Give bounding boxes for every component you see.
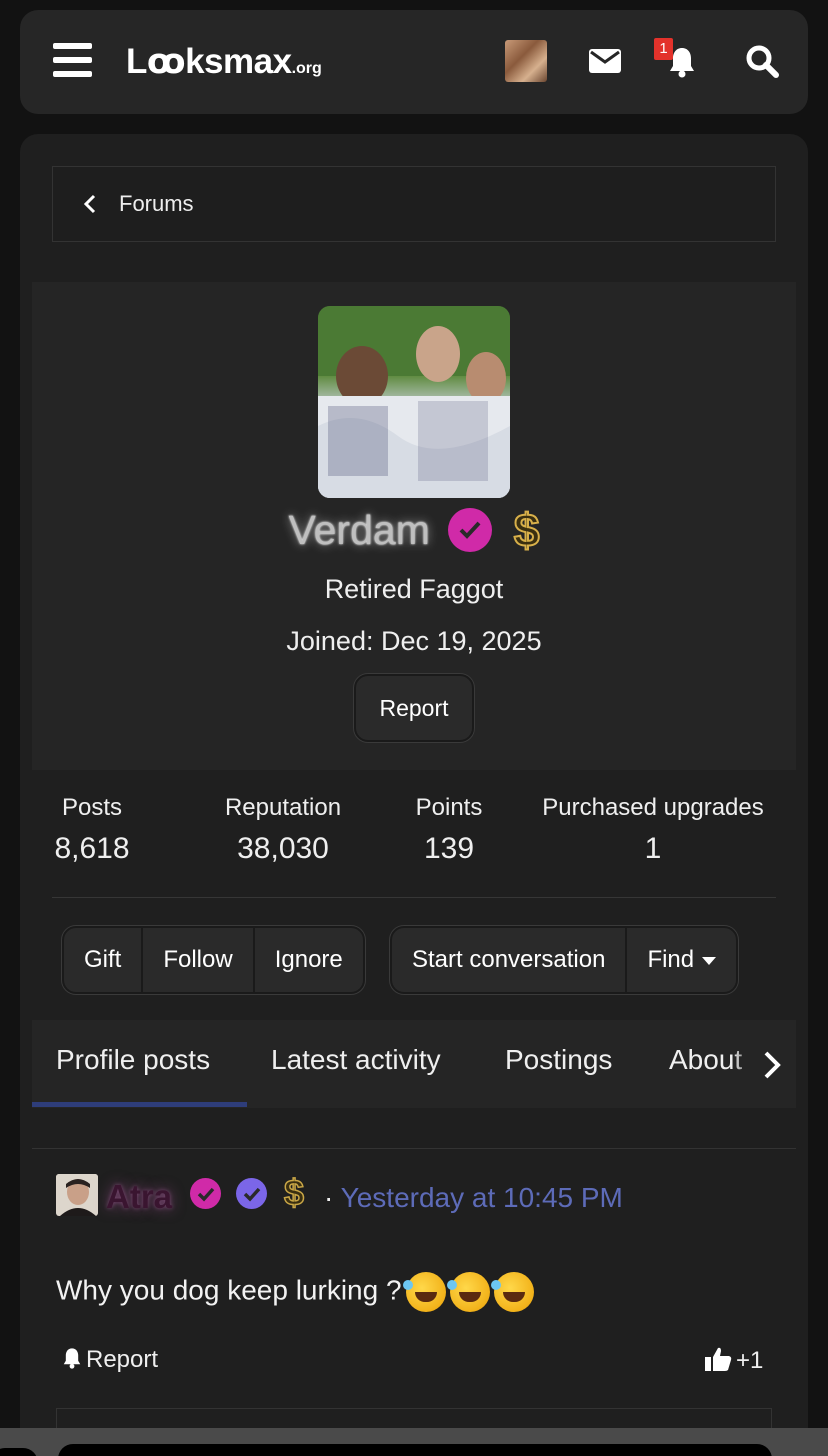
breadcrumb-label: Forums <box>119 191 194 216</box>
stat-purchased-upgrades[interactable]: Purchased upgrades 1 <box>530 794 776 866</box>
rolling-laughing-emoji-icon <box>402 1272 446 1312</box>
stat-label: Points <box>415 794 483 821</box>
username-row: Verdam $ <box>32 504 796 554</box>
mail-icon[interactable] <box>589 49 621 73</box>
author-check-badge-icon <box>190 1178 221 1209</box>
rolling-laughing-emoji-icon <box>490 1272 534 1312</box>
post-like-button[interactable]: +1 <box>704 1346 763 1375</box>
post-time-label: Yesterday at 10:45 PM <box>340 1182 623 1213</box>
gift-button[interactable]: Gift <box>64 928 141 992</box>
username[interactable]: Verdam <box>289 507 430 554</box>
author-verified-badge-icon <box>236 1178 267 1209</box>
notifications-button[interactable]: 1 <box>654 38 700 88</box>
stats-row: Posts 8,618 Reputation 38,030 Points 139… <box>52 794 776 898</box>
profile-avatar[interactable] <box>318 306 510 498</box>
thumbs-up-icon <box>705 1347 732 1371</box>
stat-points[interactable]: Points 139 <box>408 794 490 866</box>
site-header: Lꝏksmax.org 1 <box>20 10 808 114</box>
stat-value: 8,618 <box>54 832 130 865</box>
hamburger-menu-icon[interactable] <box>53 43 93 79</box>
stat-value: 38,030 <box>237 832 329 865</box>
post-timestamp[interactable]: · Yesterday at 10:45 PM <box>324 1182 623 1214</box>
ignore-button[interactable]: Ignore <box>252 928 363 992</box>
stat-label: Posts <box>61 794 123 821</box>
joined-date: Joined: Dec 19, 2025 <box>286 626 542 656</box>
rolling-laughing-emoji-icon <box>446 1272 490 1312</box>
caret-down-icon <box>702 956 717 965</box>
stat-posts[interactable]: Posts 8,618 <box>52 794 132 866</box>
find-dropdown-button[interactable]: Find <box>625 928 736 992</box>
post-text: Why you dog keep lurking ? <box>56 1274 402 1306</box>
account-avatar[interactable] <box>505 40 547 82</box>
profile-tabs: Profile posts Latest activity Postings A… <box>32 1020 796 1108</box>
tab-profile-posts[interactable]: Profile posts <box>56 1044 210 1076</box>
bell-icon <box>63 1348 81 1369</box>
chevron-right-icon[interactable] <box>762 1050 782 1080</box>
start-conversation-button[interactable]: Start conversation <box>392 928 625 992</box>
tab-latest-activity[interactable]: Latest activity <box>271 1044 441 1076</box>
reaction-score: +1 <box>736 1347 764 1374</box>
member-actions-group: Gift Follow Ignore <box>62 926 365 994</box>
post-author-name[interactable]: Atra <box>106 1178 172 1216</box>
chevron-left-icon <box>83 194 96 214</box>
dollar-badge-icon: $ <box>513 504 541 557</box>
tab-postings[interactable]: Postings <box>505 1044 612 1076</box>
author-photo <box>56 1174 98 1216</box>
avatar-photo <box>318 306 510 498</box>
user-title: Retired Faggot <box>324 574 504 604</box>
logo-suffix: .org <box>291 60 322 77</box>
verified-check-icon <box>447 508 492 553</box>
stat-label: Purchased upgrades <box>542 794 764 821</box>
post-report-link[interactable]: Report <box>62 1346 158 1374</box>
profile-card: Forums Verdam $ Retired Faggot Joined: De… <box>20 134 808 1456</box>
post-author-avatar[interactable] <box>56 1174 98 1216</box>
logo-text: Lꝏksmax <box>126 42 292 81</box>
conversation-actions-group: Start conversation Find <box>390 926 739 994</box>
search-icon[interactable] <box>745 44 779 78</box>
browser-address-pill[interactable] <box>58 1444 772 1456</box>
author-dollar-badge-icon: $ <box>283 1171 305 1214</box>
profile-header: Verdam $ Retired Faggot Joined: Dec 19, 2… <box>32 282 796 770</box>
site-logo[interactable]: Lꝏksmax.org <box>126 42 322 82</box>
active-tab-indicator <box>32 1102 247 1107</box>
divider <box>32 1148 796 1149</box>
stat-value: 139 <box>423 832 475 865</box>
stat-label: Reputation <box>224 794 342 821</box>
stat-value: 1 <box>644 832 662 865</box>
post-body: Why you dog keep lurking ? <box>56 1272 534 1312</box>
breadcrumb[interactable]: Forums <box>52 166 776 242</box>
find-label: Find <box>647 946 695 973</box>
report-button[interactable]: Report <box>354 674 474 742</box>
stat-reputation[interactable]: Reputation 38,030 <box>210 794 356 866</box>
post-separator: · <box>324 1182 334 1213</box>
follow-button[interactable]: Follow <box>141 928 252 992</box>
post-report-label: Report <box>86 1346 159 1373</box>
notification-count-badge: 1 <box>654 38 673 60</box>
